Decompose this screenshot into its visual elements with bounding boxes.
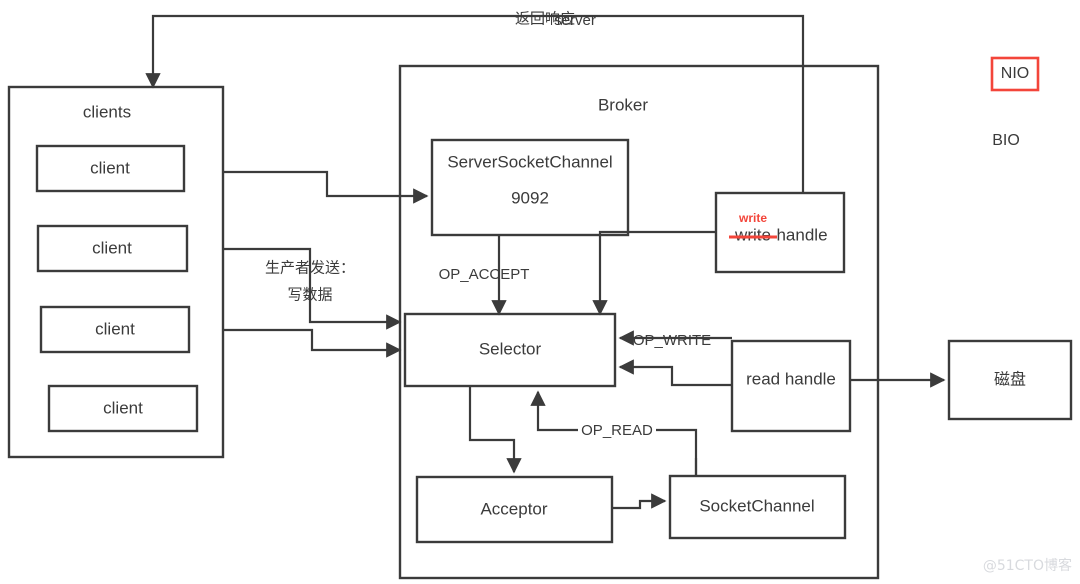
legend-bio-label: BIO [992, 132, 1020, 149]
client-box-1-label: client [90, 158, 130, 177]
legend-nio-label: NIO [1001, 65, 1029, 82]
acceptor-label: Acceptor [480, 499, 547, 518]
read-handle-label: read handle [746, 369, 836, 388]
selector-label: Selector [479, 339, 542, 358]
write-handle-struck-label: write [734, 225, 771, 244]
edge-client1-to-serversocketchannel [223, 170, 429, 204]
serversocketchannel-label: ServerSocketChannel [447, 152, 612, 171]
edge-client3-to-selector [223, 328, 402, 358]
write-handle-label: handle [776, 225, 827, 244]
edge-label-op-write: OP_WRITE [633, 332, 711, 349]
disk-label: 磁盘 [994, 370, 1026, 389]
client-box-3-label: client [95, 319, 135, 338]
socketchannel-label: SocketChannel [699, 496, 814, 515]
serversocketchannel-port-label: 9092 [511, 188, 549, 207]
broker-container-label: Broker [598, 95, 648, 114]
edge-label-op-read-text: OP_READ [581, 422, 653, 439]
client-box-4-label: client [103, 398, 143, 417]
clients-container-label: clients [83, 102, 131, 121]
edge-label-op-accept: OP_ACCEPT [439, 266, 530, 283]
edge-label-producer-send-line1: 生产者发送： [265, 259, 355, 277]
client-box-2-label: client [92, 238, 132, 257]
diagram-canvas: clients Broker client client client clie… [0, 0, 1080, 584]
edge-label-return-response-en: server [554, 12, 596, 29]
edge-label-producer-send-line2: 写数据 [287, 286, 332, 304]
watermark-label: @51CTO博客 [983, 557, 1072, 574]
architecture-diagram: clients Broker client client client clie… [7, 10, 1073, 580]
write-handle-annotation: write [738, 211, 767, 225]
